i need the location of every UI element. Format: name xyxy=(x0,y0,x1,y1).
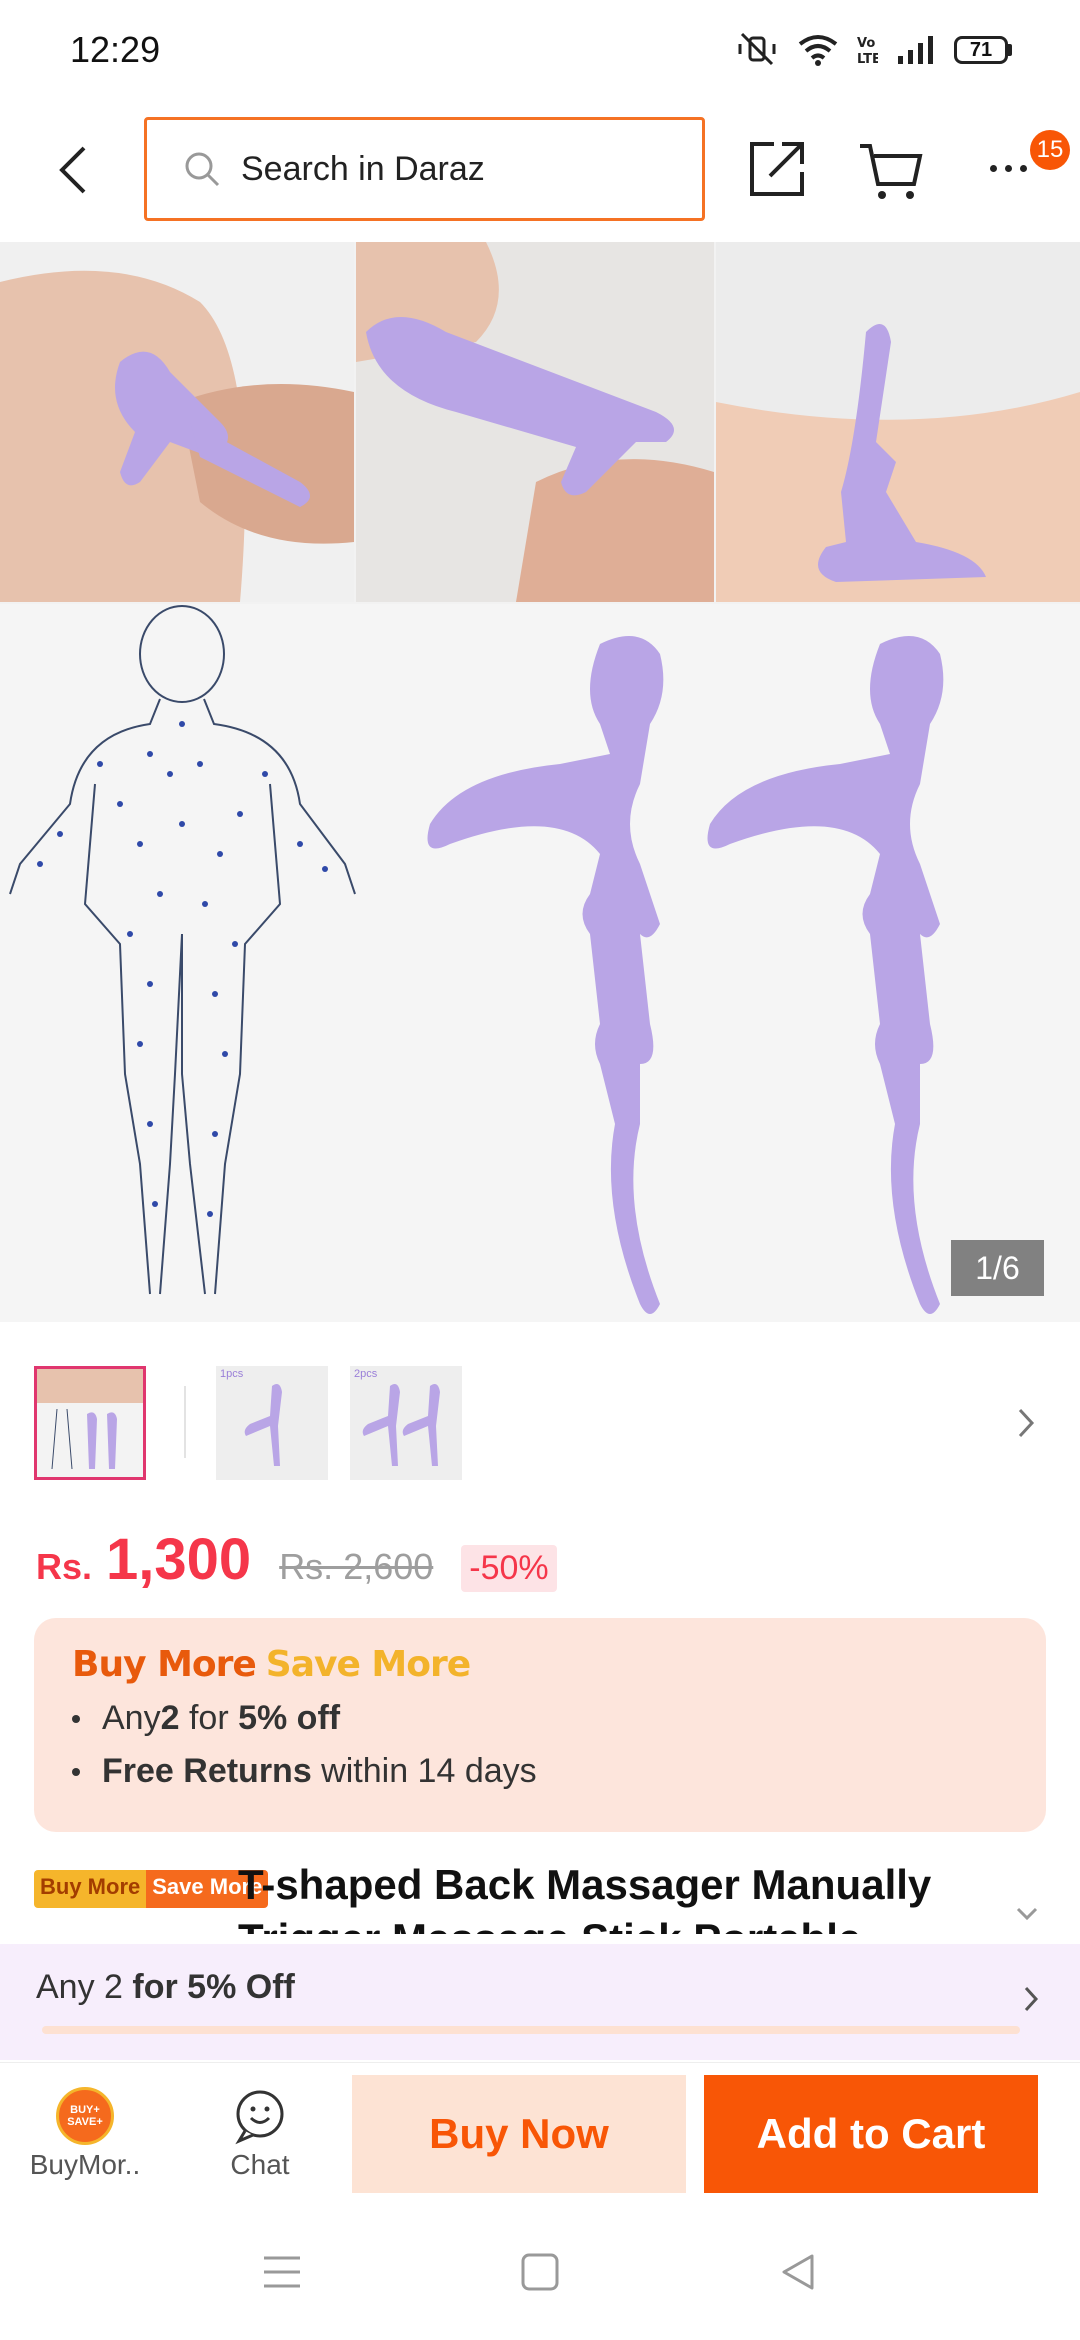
search-input[interactable]: Search in Daraz xyxy=(144,117,705,221)
share-button[interactable] xyxy=(746,138,808,200)
buy-more-save-more-card[interactable]: Buy More Save More Any 2 for 5% off Free … xyxy=(34,1618,1046,1832)
svg-text:Vo: Vo xyxy=(857,36,875,51)
chevron-down-icon[interactable] xyxy=(1014,1904,1040,1924)
product-photo-hands xyxy=(356,242,714,602)
product-photo-foot xyxy=(0,242,354,602)
chevron-left-icon xyxy=(59,146,86,194)
chevron-right-icon xyxy=(1024,1986,1039,2012)
product-title: T-shaped Back Massager Manually Trigger … xyxy=(238,1861,932,1934)
search-placeholder: Search in Daraz xyxy=(241,149,485,188)
bundle-offer-banner[interactable]: Any 2 for 5% Off xyxy=(0,1944,1080,2060)
status-time: 12:29 xyxy=(70,29,161,70)
chat-label: Chat xyxy=(230,2149,290,2180)
thumbnail-strip: 1pcs 2pcs xyxy=(0,1366,1080,1480)
status-icons: Vo LTE 71 xyxy=(734,32,1012,68)
promo-title-save-more: Save More xyxy=(265,1644,471,1685)
product-title-row[interactable]: Buy More Save More T-shaped Back Massage… xyxy=(34,1858,1034,1934)
chevron-right-icon[interactable] xyxy=(1012,1406,1040,1440)
original-price: Rs. 2,600 xyxy=(279,1546,434,1587)
thumbnail-item[interactable]: 2pcs xyxy=(350,1366,462,1480)
menu-icon[interactable] xyxy=(260,2250,304,2294)
wifi-icon xyxy=(798,35,838,66)
price-currency: Rs. xyxy=(36,1546,93,1587)
buy-more-label: BuyMor.. xyxy=(29,2149,141,2180)
cart-button[interactable] xyxy=(858,140,924,202)
bundle-offer-text: Any 2 for 5% Off xyxy=(36,1968,295,2006)
back-triangle-icon[interactable] xyxy=(776,2250,820,2294)
battery-level: 71 xyxy=(954,36,1008,64)
chat-icon xyxy=(235,2090,284,2145)
bundle-progress-bar xyxy=(42,2026,1020,2034)
thumbnail-item[interactable]: 1pcs xyxy=(216,1366,328,1480)
battery-icon: 71 xyxy=(954,36,1012,64)
volte-icon: Vo LTE xyxy=(857,36,878,67)
promo-title: Buy More Save More xyxy=(72,1644,1008,1685)
search-icon xyxy=(185,152,220,187)
discount-badge: -50% xyxy=(461,1545,557,1592)
home-square-icon[interactable] xyxy=(518,2250,562,2294)
price-row: Rs. 1,300 Rs. 2,600 -50% xyxy=(36,1526,557,1596)
more-dots-icon xyxy=(989,164,997,172)
add-to-cart-button[interactable]: Add to Cart xyxy=(704,2075,1038,2193)
signal-icon xyxy=(898,36,933,64)
system-nav-bar xyxy=(0,2204,1080,2340)
thumbnail-item[interactable] xyxy=(34,1366,146,1480)
promo-returns-line: Free Returns within 14 days xyxy=(72,1752,1008,1791)
bottom-action-bar: BUY+ SAVE+ BuyMor.. Chat Buy Now Add to … xyxy=(0,2062,1080,2204)
top-header: Search in Daraz 15 xyxy=(0,100,1080,240)
buy-more-save-more-icon: BUY+ SAVE+ xyxy=(56,2087,114,2145)
back-button[interactable] xyxy=(48,140,98,200)
product-main-image xyxy=(0,604,1080,1322)
buy-now-button[interactable]: Buy Now xyxy=(352,2075,686,2193)
product-photo-wrist xyxy=(716,242,1080,602)
gallery-page-indicator: 1/6 xyxy=(951,1240,1044,1296)
product-image-gallery[interactable]: 1/6 xyxy=(0,242,1080,1322)
buy-more-button[interactable]: BUY+ SAVE+ BuyMor.. xyxy=(20,2063,150,2205)
current-price: 1,300 xyxy=(106,1527,252,1592)
notification-badge: 15 xyxy=(1030,130,1070,170)
promo-title-buy-more: Buy More xyxy=(72,1644,257,1685)
thumbnail-caption: 1pcs xyxy=(220,1368,244,1380)
status-bar: 12:29 Vo LTE 71 xyxy=(0,0,1080,100)
thumbnail-divider xyxy=(184,1386,186,1458)
svg-text:LTE: LTE xyxy=(857,52,878,67)
promo-offer-line: Any 2 for 5% off xyxy=(72,1699,1008,1738)
mute-vibrate-icon xyxy=(738,32,776,66)
chat-button[interactable]: Chat xyxy=(200,2063,320,2205)
buy-more-save-more-badge: Buy More Save More xyxy=(34,1870,269,1908)
more-menu-button[interactable] xyxy=(978,148,1038,188)
thumbnail-caption: 2pcs xyxy=(354,1368,378,1380)
